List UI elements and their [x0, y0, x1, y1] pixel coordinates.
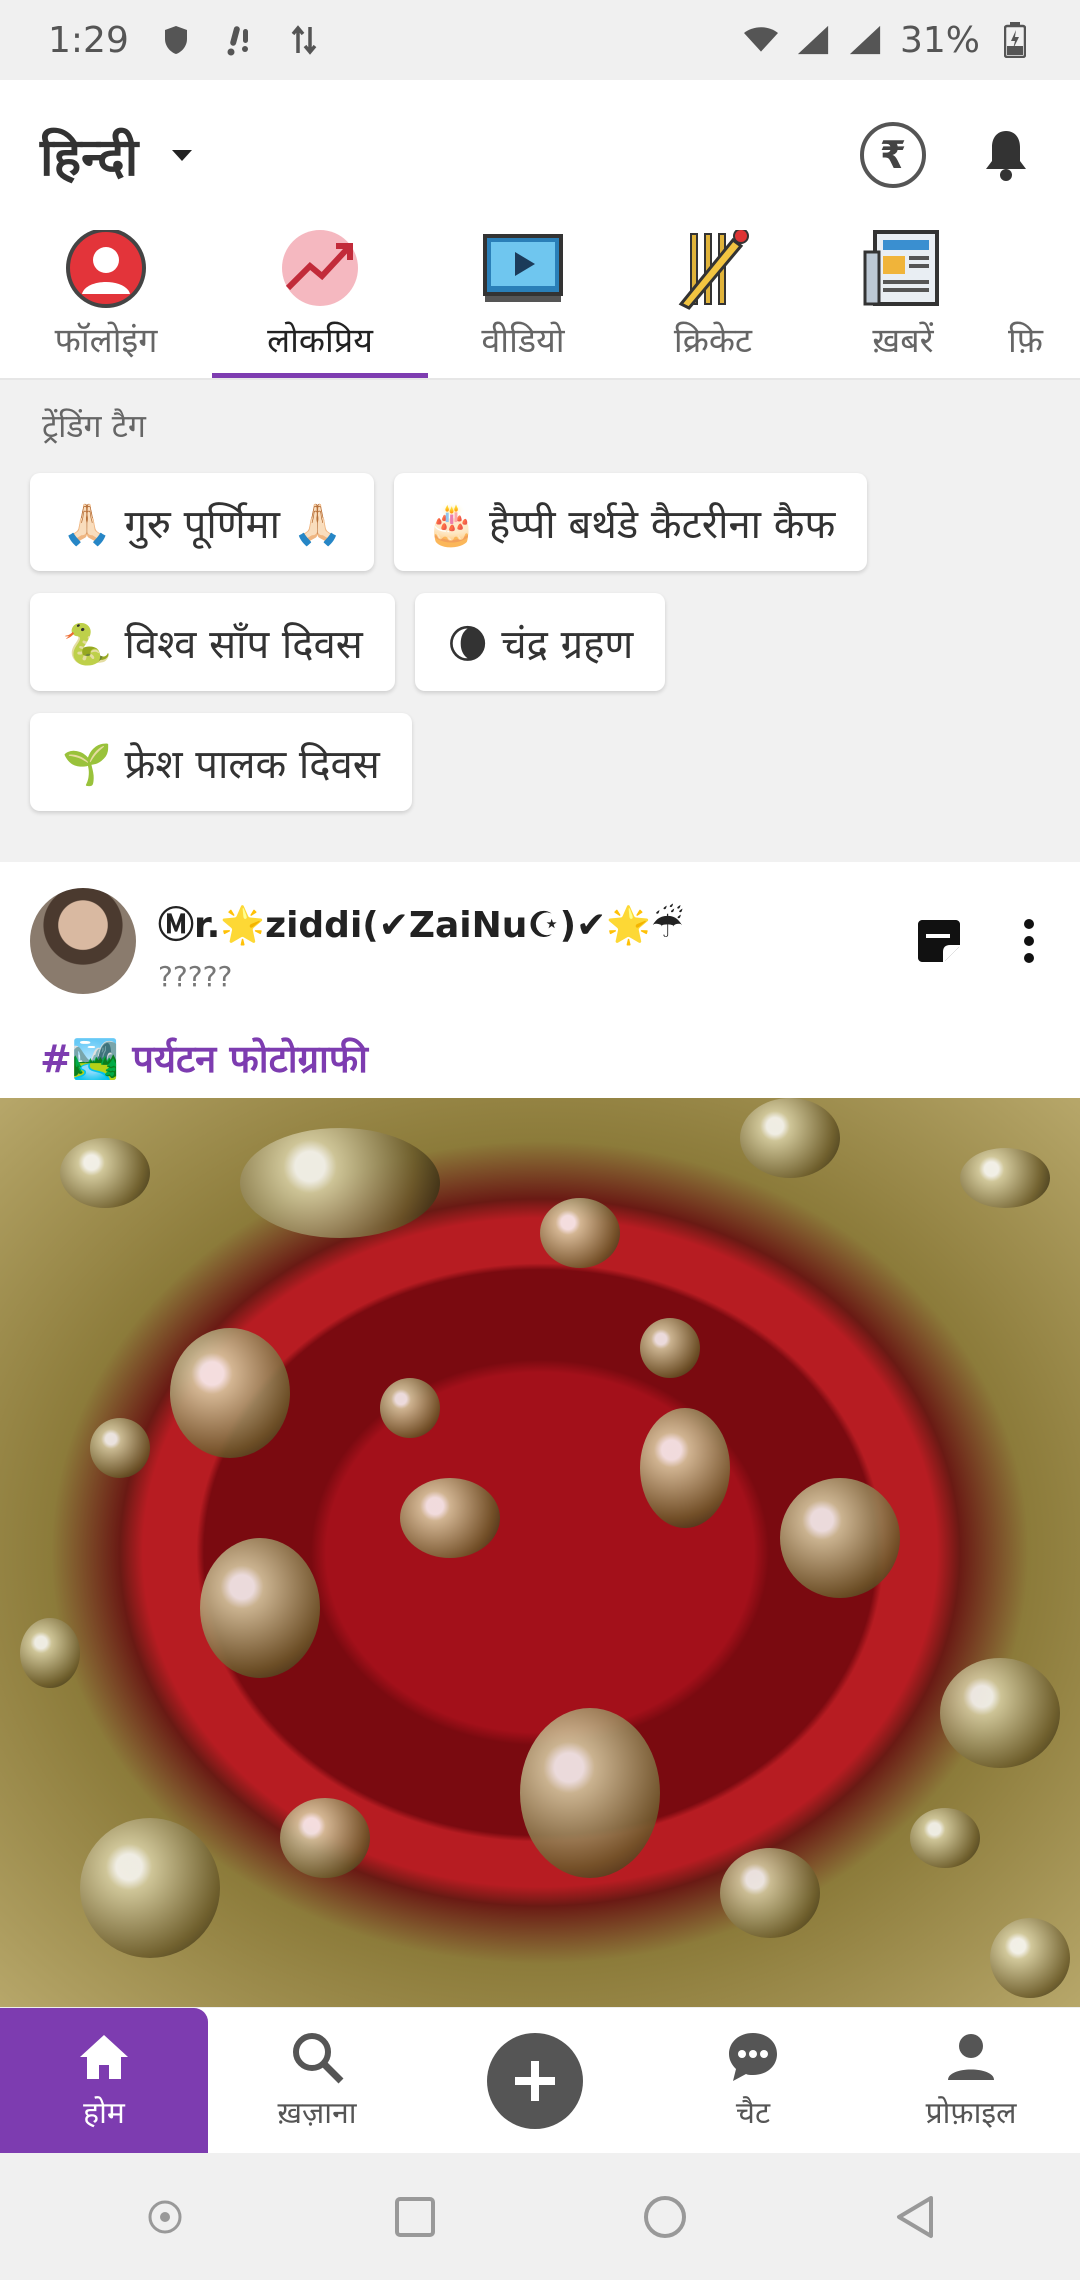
tab-following[interactable]: फॉलोइंग — [0, 230, 212, 378]
nav-profile[interactable]: प्रोफ़ाइल — [862, 2008, 1080, 2153]
nav-home[interactable]: होम — [0, 2008, 208, 2153]
search-icon — [289, 2029, 345, 2085]
tab-news[interactable]: ख़बरें — [808, 230, 998, 378]
post-header: Ⓜr.🌟ziddi(✔ZaiNu☪)✔🌟☔ ????? — [0, 862, 1080, 994]
cricket-icon — [671, 230, 755, 310]
alert-icon — [223, 23, 257, 57]
trending-section: ट्रेंडिंग टैग 🙏🏻 गुरु पूर्णिमा 🙏🏻 🎂 हैप्… — [0, 380, 1080, 862]
nav-chat[interactable]: चैट — [644, 2008, 862, 2153]
home-icon — [76, 2029, 132, 2085]
trending-tag[interactable]: 🙏🏻 गुरु पूर्णिमा 🙏🏻 — [30, 473, 375, 571]
nav-label: होम — [83, 2096, 125, 2131]
caret-down-icon[interactable] — [172, 149, 193, 161]
tab-label: फॉलोइंग — [54, 321, 158, 361]
tab-label: फ़ि — [1008, 321, 1044, 361]
post-card: Ⓜr.🌟ziddi(✔ZaiNu☪)✔🌟☔ ????? #🏞️ पर्यटन फ… — [0, 862, 1080, 2007]
tag-row: 🌱 फ्रेश पालक दिवस — [30, 713, 1050, 811]
tag-row: 🙏🏻 गुरु पूर्णिमा 🙏🏻 🎂 हैप्पी बर्थडे कैटर… — [30, 473, 1050, 571]
trending-tag[interactable]: 🌱 फ्रेश पालक दिवस — [30, 713, 412, 811]
tag-row: 🐍 विश्व साँप दिवस 🌘 चंद्र ग्रहण — [30, 593, 1050, 691]
signal-icon — [796, 23, 830, 57]
system-nav-bar — [0, 2153, 1080, 2280]
film-icon — [1008, 230, 1080, 310]
username[interactable]: Ⓜr.🌟ziddi(✔ZaiNu☪)✔🌟☔ — [158, 896, 683, 948]
chat-icon — [725, 2029, 781, 2085]
tab-film[interactable]: फ़ि — [998, 230, 1080, 378]
news-icon — [861, 230, 945, 310]
rupee-icon[interactable]: ₹ — [860, 122, 926, 188]
post-tag[interactable]: #🏞️ पर्यटन फोटोग्राफी — [0, 992, 1080, 1092]
tab-label: क्रिकेट — [673, 321, 753, 361]
nav-label: ख़ज़ाना — [277, 2096, 357, 2131]
tab-label: ख़बरें — [872, 321, 934, 361]
trending-icon — [278, 230, 362, 310]
bottom-nav: होम ख़ज़ाना चैट प्रोफ़ाइल — [0, 2007, 1080, 2153]
signal-icon-2 — [848, 23, 882, 57]
nav-label: चैट — [735, 2096, 771, 2131]
post-image[interactable] — [0, 1098, 1080, 2007]
tab-label: वीडियो — [481, 321, 565, 361]
sticker-icon[interactable] — [916, 918, 962, 968]
data-transfer-icon — [287, 23, 321, 57]
app-header: हिन्दी ₹ — [0, 80, 1080, 230]
battery-percent: 31% — [899, 19, 980, 61]
shield-icon — [159, 23, 193, 57]
language-selector[interactable]: हिन्दी — [40, 120, 138, 191]
trending-tag[interactable]: 🐍 विश्व साँप दिवस — [30, 593, 395, 691]
video-icon — [481, 230, 565, 310]
nav-create[interactable] — [426, 2008, 644, 2153]
bell-icon[interactable] — [980, 125, 1032, 185]
trending-tag[interactable]: 🎂 हैप्पी बर्थडे कैटरीना कैफ — [394, 473, 868, 571]
tab-popular[interactable]: लोकप्रिय — [212, 230, 428, 378]
nav-label: प्रोफ़ाइल — [925, 2096, 1017, 2131]
category-tabs: फॉलोइंग लोकप्रिय वीडियो क्रिकेट ख़बरें फ… — [0, 230, 1080, 380]
tab-label: लोकप्रिय — [267, 321, 373, 361]
tab-video[interactable]: वीडियो — [428, 230, 618, 378]
back-icon[interactable] — [890, 2192, 940, 2242]
avatar[interactable] — [30, 888, 136, 994]
more-options-icon[interactable] — [1022, 918, 1036, 968]
assistant-icon[interactable] — [140, 2192, 190, 2242]
tab-cricket[interactable]: क्रिकेट — [618, 230, 808, 378]
battery-icon — [998, 22, 1032, 58]
recents-icon[interactable] — [390, 2192, 440, 2242]
trending-title: ट्रेंडिंग टैग — [42, 407, 146, 445]
home-button-icon[interactable] — [640, 2192, 690, 2242]
user-info: Ⓜr.🌟ziddi(✔ZaiNu☪)✔🌟☔ ????? — [158, 888, 683, 993]
nav-explore[interactable]: ख़ज़ाना — [208, 2008, 426, 2153]
profile-icon — [943, 2029, 999, 2085]
following-icon — [64, 230, 148, 310]
status-bar: 1:29 31% — [0, 0, 1080, 80]
status-time: 1:29 — [48, 19, 129, 61]
user-subtitle: ????? — [158, 960, 233, 993]
trending-tag[interactable]: 🌘 चंद्र ग्रहण — [414, 593, 666, 691]
wifi-icon — [743, 23, 778, 57]
add-icon — [487, 2032, 583, 2129]
post-actions — [916, 918, 1036, 968]
